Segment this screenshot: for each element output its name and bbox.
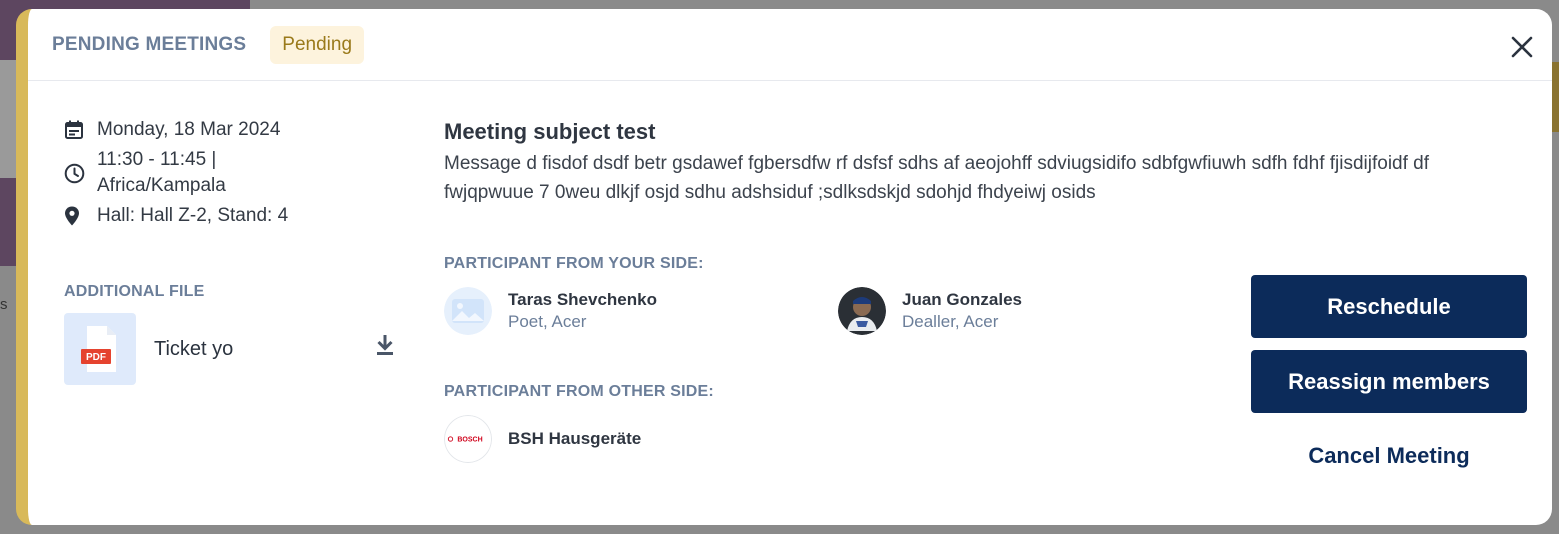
- meeting-location: Hall: Hall Z-2, Stand: 4: [97, 205, 289, 226]
- company-logo: BOSCH: [444, 415, 492, 463]
- participant-card: Juan Gonzales Dealler, Acer: [838, 287, 1022, 335]
- meeting-subject: Meeting subject test: [444, 119, 656, 144]
- additional-file-label: ADDITIONAL FILE: [64, 283, 205, 300]
- date-row: Monday, 18 Mar 2024: [64, 117, 404, 143]
- pdf-file-icon: PDF: [64, 313, 136, 385]
- meeting-time: 11:30 - 11:45 | Africa/Kampala: [97, 147, 226, 199]
- time-range: 11:30 - 11:45 |: [97, 149, 217, 170]
- modal-title: PENDING MEETINGS: [52, 33, 247, 55]
- calendar-icon: [64, 117, 86, 143]
- avatar-placeholder-icon: [444, 287, 492, 335]
- participant-card: BOSCH BSH Hausgeräte: [444, 415, 641, 463]
- your-side-label: PARTICIPANT FROM YOUR SIDE:: [444, 255, 704, 272]
- participant-card: Taras Shevchenko Poet, Acer: [444, 287, 657, 335]
- reassign-members-button[interactable]: Reassign members: [1251, 350, 1527, 413]
- meeting-details: Monday, 18 Mar 2024 11:30 - 11:45 | Afri…: [64, 117, 404, 385]
- cancel-meeting-button[interactable]: Cancel Meeting: [1251, 433, 1527, 479]
- location-pin-icon: [64, 203, 86, 229]
- participant-name: Juan Gonzales: [902, 290, 1022, 309]
- participant-role: Poet, Acer: [508, 312, 587, 331]
- avatar: [838, 287, 886, 335]
- clock-icon: [64, 147, 86, 199]
- time-row: 11:30 - 11:45 | Africa/Kampala: [64, 147, 404, 199]
- reschedule-button[interactable]: Reschedule: [1251, 275, 1527, 338]
- download-icon[interactable]: [374, 333, 396, 357]
- meeting-message: Message d fisdof dsdf betr gsdawef fgber…: [444, 153, 1430, 203]
- logo-text: BOSCH: [457, 437, 482, 444]
- modal-header: PENDING MEETINGS Pending: [28, 9, 1552, 81]
- file-type-label: PDF: [86, 352, 106, 363]
- close-icon[interactable]: [1510, 35, 1534, 59]
- file-attachment[interactable]: PDF Ticket yo: [64, 313, 396, 385]
- meeting-date: Monday, 18 Mar 2024: [97, 119, 281, 140]
- file-name: Ticket yo: [154, 337, 234, 360]
- other-side-label: PARTICIPANT FROM OTHER SIDE:: [444, 383, 714, 400]
- location-row: Hall: Hall Z-2, Stand: 4: [64, 203, 404, 229]
- participant-role: Dealler, Acer: [902, 312, 999, 331]
- timezone: Africa/Kampala: [97, 175, 226, 196]
- status-badge: Pending: [270, 25, 365, 64]
- backdrop-text: s: [0, 296, 8, 313]
- participant-name: Taras Shevchenko: [508, 290, 657, 309]
- meeting-content: Meeting subject test Message d fisdof ds…: [444, 119, 1504, 207]
- participant-name: BSH Hausgeräte: [508, 429, 642, 448]
- meeting-modal: PENDING MEETINGS Pending Monday, 18 Mar …: [16, 9, 1552, 525]
